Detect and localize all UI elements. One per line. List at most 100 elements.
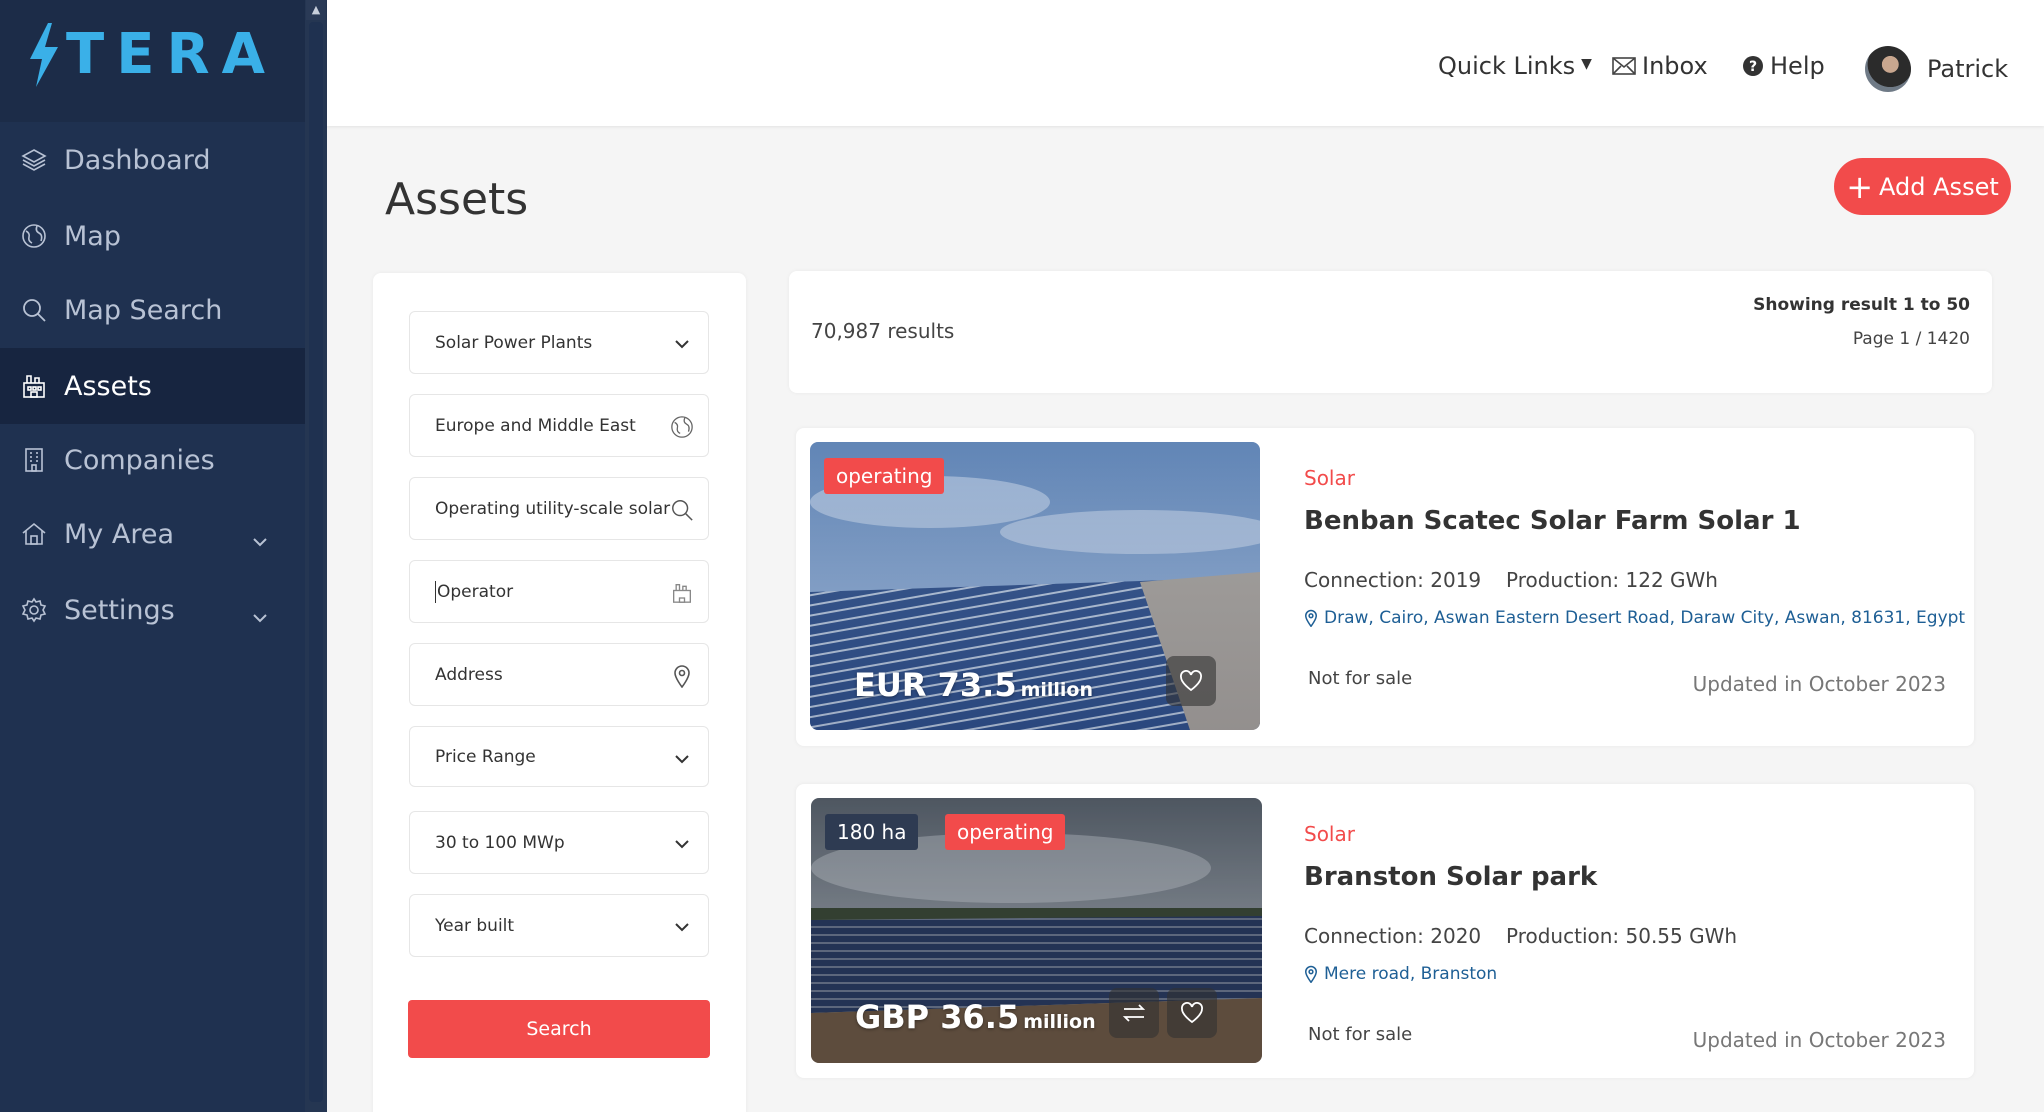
- asset-photo[interactable]: 180 ha operating GBP 36.5 million: [811, 798, 1262, 1063]
- help-link[interactable]: ? Help: [1742, 52, 1825, 80]
- add-asset-button[interactable]: + Add Asset: [1834, 158, 2011, 215]
- chevron-down-icon: [670, 747, 694, 771]
- sidebar-item-label: Map Search: [64, 294, 223, 326]
- sidebar-item-assets[interactable]: Assets: [0, 348, 305, 424]
- address-text: Mere road, Branston: [1324, 964, 1498, 984]
- envelope-icon: [1612, 57, 1636, 75]
- price-unit: million: [1023, 1011, 1096, 1033]
- results-summary: 70,987 results Showing result 1 to 50 Pa…: [789, 271, 1992, 393]
- search-button[interactable]: Search: [408, 1000, 710, 1058]
- connection-year: Connection: 2020: [1304, 924, 1482, 948]
- address-field[interactable]: Address: [409, 643, 709, 706]
- operator-field[interactable]: Operator: [409, 560, 709, 623]
- price-range-value: Price Range: [435, 746, 536, 767]
- user-menu[interactable]: Patrick: [1865, 46, 2008, 92]
- chevron-down-icon[interactable]: [251, 524, 269, 555]
- asset-address[interactable]: Draw, Cairo, Aswan Eastern Desert Road, …: [1304, 608, 1965, 628]
- help-icon: ?: [1743, 56, 1763, 76]
- sidebar-item-dashboard[interactable]: Dashboard: [0, 122, 305, 198]
- sale-status: Not for sale: [1308, 668, 1413, 689]
- chevron-down-icon[interactable]: [251, 600, 269, 631]
- year-built-value: Year built: [435, 915, 515, 936]
- favorite-button[interactable]: [1167, 988, 1217, 1038]
- map-pin-icon: [1304, 609, 1318, 627]
- sidebar-item-my-area[interactable]: My Area: [0, 496, 305, 572]
- sidebar-item-map-search[interactable]: Map Search: [0, 272, 305, 348]
- inbox-link[interactable]: Inbox: [1612, 52, 1708, 80]
- sale-status: Not for sale: [1308, 1024, 1413, 1045]
- search-icon: [670, 498, 694, 522]
- plus-icon: +: [1846, 167, 1874, 206]
- asset-price: EUR 73.5 million: [854, 666, 1093, 704]
- address-placeholder: Address: [435, 664, 503, 685]
- updated-date: Updated in October 2023: [1692, 1028, 1946, 1052]
- brand-registered-mark: ®: [240, 30, 252, 44]
- region-value: Europe and Middle East: [435, 415, 636, 436]
- production-value: Production: 122 GWh: [1506, 568, 1718, 592]
- quick-links-label: Quick Links: [1438, 52, 1576, 80]
- text-cursor: [435, 580, 436, 603]
- results-count: 70,987 results: [811, 319, 955, 343]
- logo-area: TERA ®: [0, 0, 305, 122]
- map-pin-icon: [1304, 965, 1318, 983]
- compare-button[interactable]: [1109, 988, 1159, 1038]
- asset-card[interactable]: 180 ha operating GBP 36.5 million Solar B…: [796, 784, 1974, 1078]
- asset-price: GBP 36.5 million: [855, 998, 1096, 1036]
- chevron-down-icon: [670, 832, 694, 856]
- top-bar: Quick Links ▼ Inbox ? Help Patrick: [327, 0, 2044, 126]
- asset-type-select[interactable]: Solar Power Plants: [409, 311, 709, 374]
- keyword-search-field[interactable]: Operating utility-scale solar: [409, 477, 709, 540]
- asset-card[interactable]: operating EUR 73.5 million Solar Benban S…: [796, 428, 1974, 746]
- price-unit: million: [1020, 679, 1094, 701]
- sidebar-item-label: Map: [64, 220, 121, 252]
- chevron-down-icon: [670, 332, 694, 356]
- price-range-select[interactable]: Price Range: [409, 726, 709, 787]
- quick-links-dropdown[interactable]: Quick Links ▼: [1438, 52, 1592, 80]
- sidebar-item-label: My Area: [64, 518, 174, 550]
- map-pin-icon: [670, 664, 694, 688]
- sidebar-item-label: Assets: [64, 370, 152, 402]
- operator-placeholder: Operator: [437, 581, 514, 602]
- scroll-up-icon[interactable]: ▲: [306, 0, 326, 20]
- asset-photo[interactable]: operating EUR 73.5 million: [810, 442, 1260, 730]
- status-badge: operating: [945, 814, 1066, 850]
- region-select[interactable]: Europe and Middle East: [409, 394, 709, 457]
- capacity-value: 30 to 100 MWp: [435, 832, 565, 853]
- address-text: Draw, Cairo, Aswan Eastern Desert Road, …: [1324, 608, 1966, 628]
- sidebar-item-companies[interactable]: Companies: [0, 422, 305, 498]
- production-value: Production: 50.55 GWh: [1506, 924, 1738, 948]
- home-icon: [20, 520, 48, 548]
- factory-icon: [20, 372, 48, 400]
- sidebar-item-settings[interactable]: Settings: [0, 572, 305, 648]
- add-asset-label: Add Asset: [1879, 172, 1999, 201]
- sidebar-item-label: Dashboard: [64, 144, 211, 176]
- caret-down-icon: ▼: [1581, 56, 1592, 72]
- globe-icon: [20, 222, 48, 250]
- asset-address[interactable]: Mere road, Branston: [1304, 964, 1497, 984]
- avatar: [1865, 46, 1911, 92]
- user-name: Patrick: [1927, 55, 2009, 83]
- asset-name[interactable]: Benban Scatec Solar Farm Solar 1: [1304, 506, 1801, 536]
- gear-icon: [20, 596, 48, 624]
- results-range: Showing result 1 to 50: [1753, 295, 1970, 315]
- building-icon: [20, 446, 48, 474]
- filter-panel: Solar Power Plants Europe and Middle Eas…: [373, 273, 746, 1112]
- favorite-button[interactable]: [1166, 656, 1216, 706]
- asset-category: Solar: [1304, 822, 1355, 846]
- sidebar-scrollbar-thumb[interactable]: [309, 22, 323, 1102]
- year-built-select[interactable]: Year built: [409, 894, 709, 957]
- bolt-icon: [30, 22, 58, 87]
- heart-icon: [1181, 1002, 1203, 1024]
- updated-date: Updated in October 2023: [1692, 672, 1946, 696]
- svg-text:?: ?: [1749, 59, 1757, 75]
- heart-icon: [1180, 670, 1202, 692]
- capacity-select[interactable]: 30 to 100 MWp: [409, 811, 709, 874]
- keyword-value: Operating utility-scale solar: [435, 498, 671, 519]
- search-icon: [20, 296, 48, 324]
- sidebar: TERA ® Dashboard Map Map Search Assets C…: [0, 0, 305, 1112]
- page-indicator: Page 1 / 1420: [1852, 329, 1970, 349]
- sidebar-item-map[interactable]: Map: [0, 198, 305, 274]
- inbox-label: Inbox: [1642, 52, 1708, 80]
- asset-name[interactable]: Branston Solar park: [1304, 862, 1597, 892]
- area-badge: 180 ha: [825, 814, 919, 850]
